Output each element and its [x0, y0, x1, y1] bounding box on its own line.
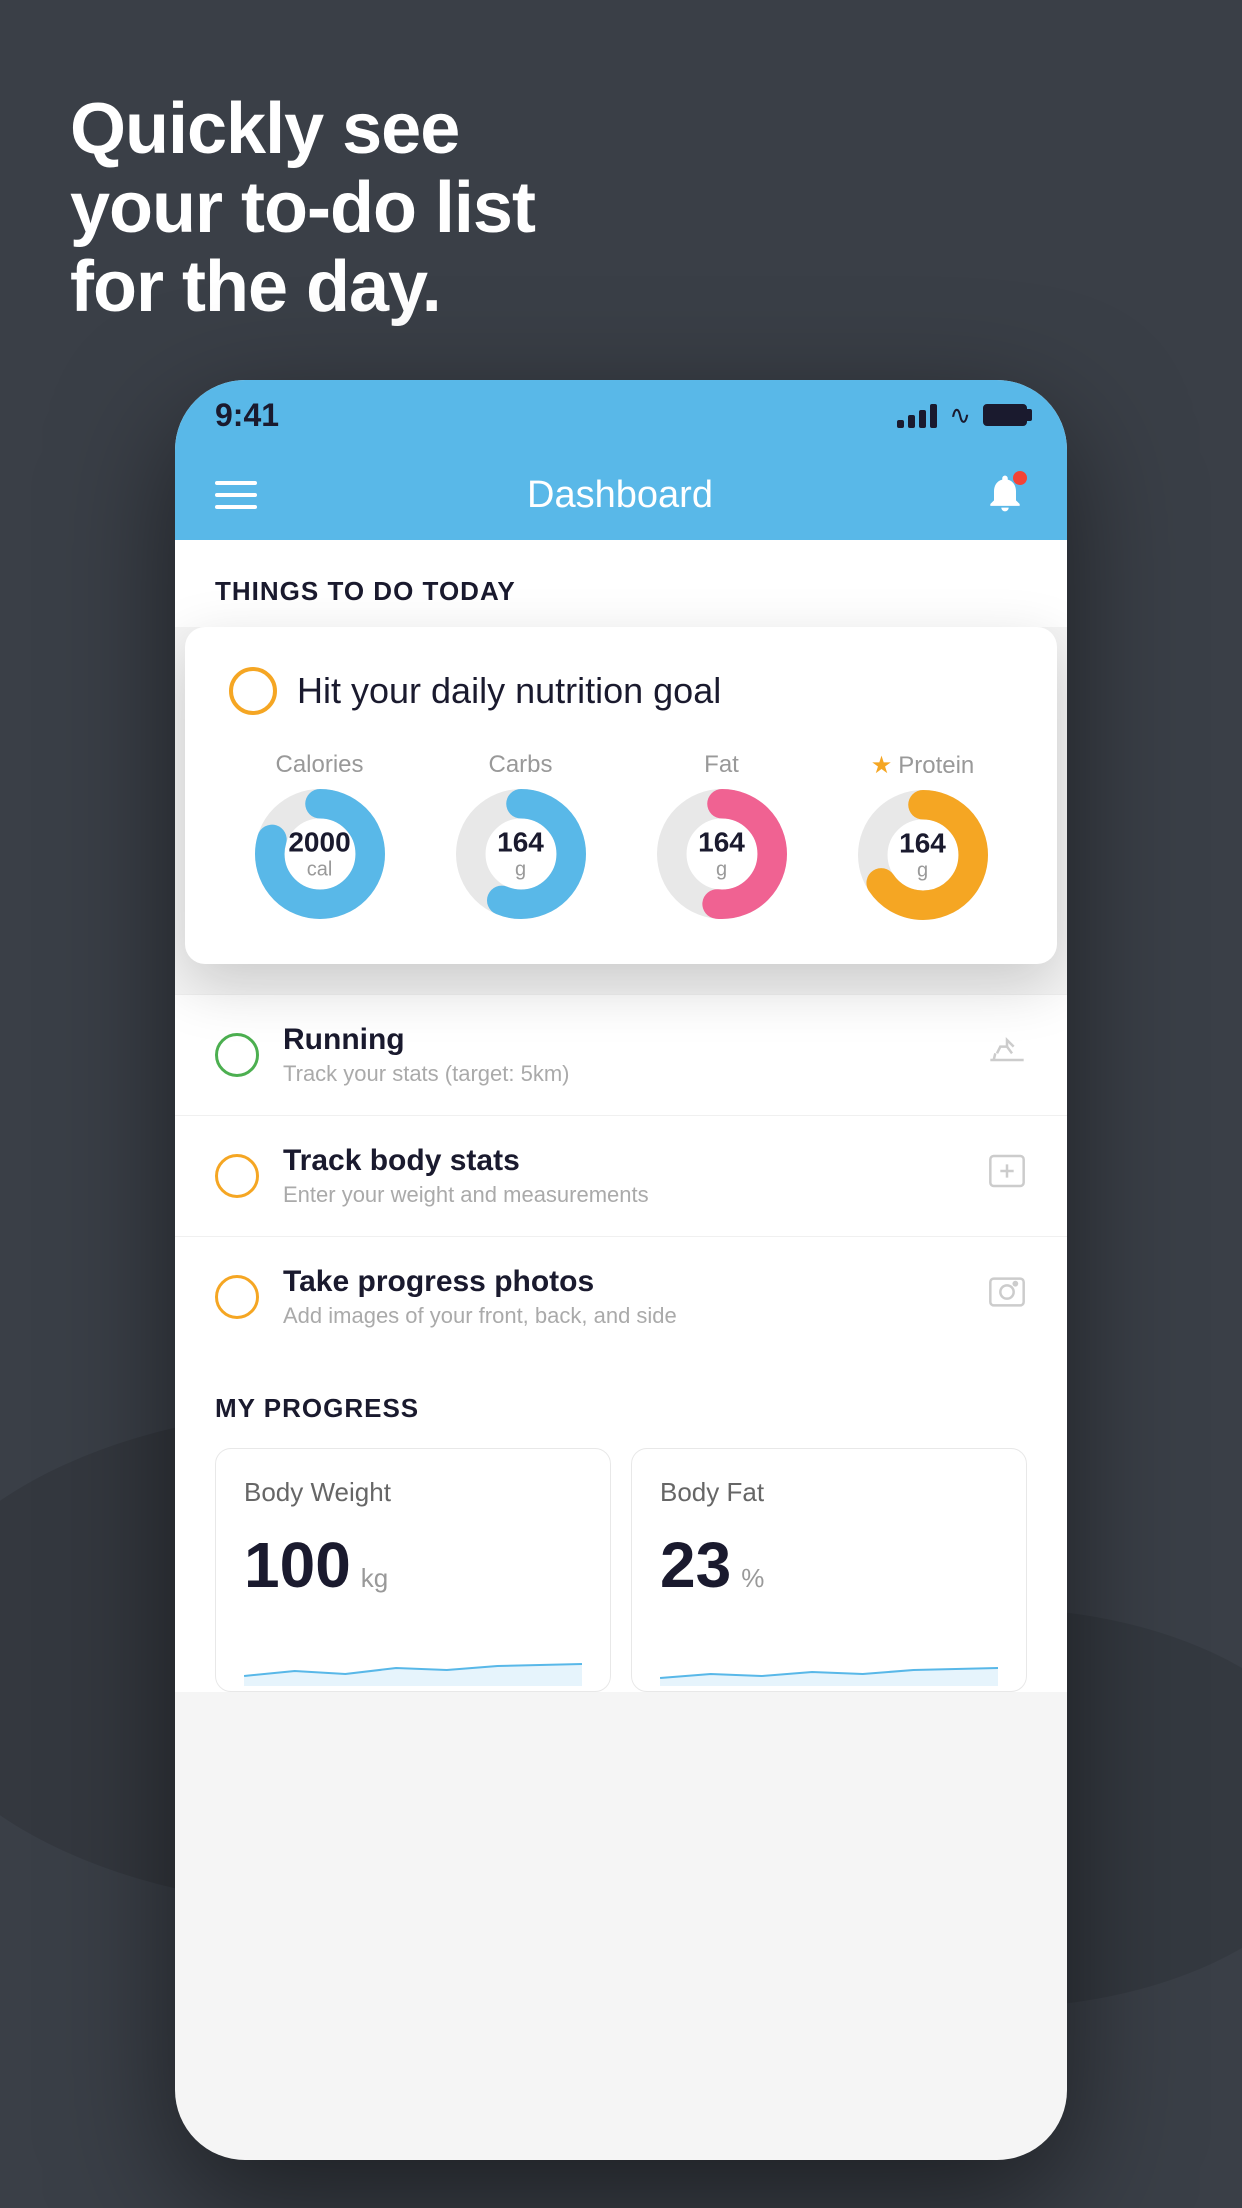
body-stats-circle: [215, 1154, 259, 1198]
photos-name: Take progress photos: [283, 1265, 963, 1299]
calories-donut: 2000 cal: [255, 789, 385, 919]
battery-icon: [983, 404, 1027, 426]
running-circle: [215, 1033, 259, 1077]
notification-bell-button[interactable]: [983, 471, 1027, 520]
todo-item-photos[interactable]: Take progress photos Add images of your …: [175, 1236, 1067, 1357]
fat-label: Fat: [704, 751, 739, 779]
body-weight-card[interactable]: Body Weight 100 kg: [215, 1448, 611, 1692]
todo-list: Running Track your stats (target: 5km) T…: [175, 994, 1067, 1357]
headline-line1: Quickly see: [70, 90, 535, 169]
body-weight-unit: kg: [361, 1563, 388, 1594]
body-weight-value-row: 100 kg: [244, 1528, 582, 1602]
body-stats-name: Track body stats: [283, 1144, 963, 1178]
progress-cards: Body Weight 100 kg Body Fat 23 %: [215, 1448, 1027, 1692]
shoe-icon: [987, 1030, 1027, 1080]
body-fat-card[interactable]: Body Fat 23 %: [631, 1448, 1027, 1692]
body-weight-card-title: Body Weight: [244, 1477, 582, 1508]
status-time: 9:41: [215, 397, 279, 434]
todo-item-running[interactable]: Running Track your stats (target: 5km): [175, 994, 1067, 1115]
protein-donut: 164 g: [858, 790, 988, 920]
carbs-stat: Carbs 164 g: [456, 751, 586, 920]
phone-mockup: 9:41 ∿ Dashboard: [175, 380, 1067, 2160]
fat-donut: 164 g: [657, 789, 787, 919]
fat-value: 164 g: [698, 828, 745, 881]
body-fat-unit: %: [741, 1563, 764, 1594]
hamburger-line-3: [215, 505, 257, 509]
protein-value: 164 g: [899, 829, 946, 882]
app-header: Dashboard: [175, 450, 1067, 540]
nutrition-stats: Calories 2000 cal: [229, 751, 1013, 920]
signal-bars-icon: [897, 402, 937, 428]
things-section-title: THINGS TO DO TODAY: [215, 576, 516, 606]
running-desc: Track your stats (target: 5km): [283, 1061, 963, 1087]
protein-stat: ★ Protein 164 g: [858, 751, 988, 920]
headline-line3: for the day.: [70, 248, 535, 327]
body-fat-value-row: 23 %: [660, 1528, 998, 1602]
body-fat-value: 23: [660, 1528, 731, 1602]
body-stats-content: Track body stats Enter your weight and m…: [283, 1144, 963, 1208]
content-area: THINGS TO DO TODAY Hit your daily nutrit…: [175, 540, 1067, 1692]
progress-section: MY PROGRESS Body Weight 100 kg B: [175, 1357, 1067, 1692]
star-icon: ★: [871, 751, 893, 780]
nutrition-card-title: Hit your daily nutrition goal: [297, 670, 721, 712]
signal-bar-4: [930, 404, 937, 428]
carbs-donut: 164 g: [456, 789, 586, 919]
signal-bar-2: [908, 415, 915, 428]
headline: Quickly see your to-do list for the day.: [70, 90, 535, 328]
running-content: Running Track your stats (target: 5km): [283, 1023, 963, 1087]
body-weight-sparkline: [244, 1626, 582, 1686]
carbs-value: 164 g: [497, 828, 544, 881]
protein-label: ★ Protein: [871, 751, 975, 780]
signal-bar-1: [897, 420, 904, 428]
nutrition-card: Hit your daily nutrition goal Calories: [185, 627, 1057, 964]
photos-desc: Add images of your front, back, and side: [283, 1303, 963, 1329]
status-icons: ∿: [897, 400, 1027, 431]
body-fat-card-title: Body Fat: [660, 1477, 998, 1508]
body-stats-desc: Enter your weight and measurements: [283, 1182, 963, 1208]
scale-icon: [987, 1151, 1027, 1201]
nutrition-card-header: Hit your daily nutrition goal: [229, 667, 1013, 715]
signal-bar-3: [919, 410, 926, 428]
notification-dot: [1013, 471, 1027, 485]
wifi-icon: ∿: [949, 400, 971, 431]
photos-circle: [215, 1275, 259, 1319]
calories-label: Calories: [275, 751, 363, 779]
progress-title: MY PROGRESS: [215, 1393, 1027, 1424]
calories-stat: Calories 2000 cal: [255, 751, 385, 920]
hamburger-menu[interactable]: [215, 481, 257, 509]
photos-content: Take progress photos Add images of your …: [283, 1265, 963, 1329]
body-weight-value: 100: [244, 1528, 351, 1602]
calories-value: 2000 cal: [288, 828, 350, 881]
hamburger-line-2: [215, 493, 257, 497]
nutrition-circle-check: [229, 667, 277, 715]
fat-stat: Fat 164 g: [657, 751, 787, 920]
photo-icon: [987, 1272, 1027, 1322]
status-bar: 9:41 ∿: [175, 380, 1067, 450]
body-fat-sparkline: [660, 1626, 998, 1686]
carbs-label: Carbs: [488, 751, 552, 779]
things-section-header: THINGS TO DO TODAY: [175, 540, 1067, 627]
running-name: Running: [283, 1023, 963, 1057]
hamburger-line-1: [215, 481, 257, 485]
header-title: Dashboard: [527, 474, 713, 517]
todo-item-body-stats[interactable]: Track body stats Enter your weight and m…: [175, 1115, 1067, 1236]
headline-line2: your to-do list: [70, 169, 535, 248]
